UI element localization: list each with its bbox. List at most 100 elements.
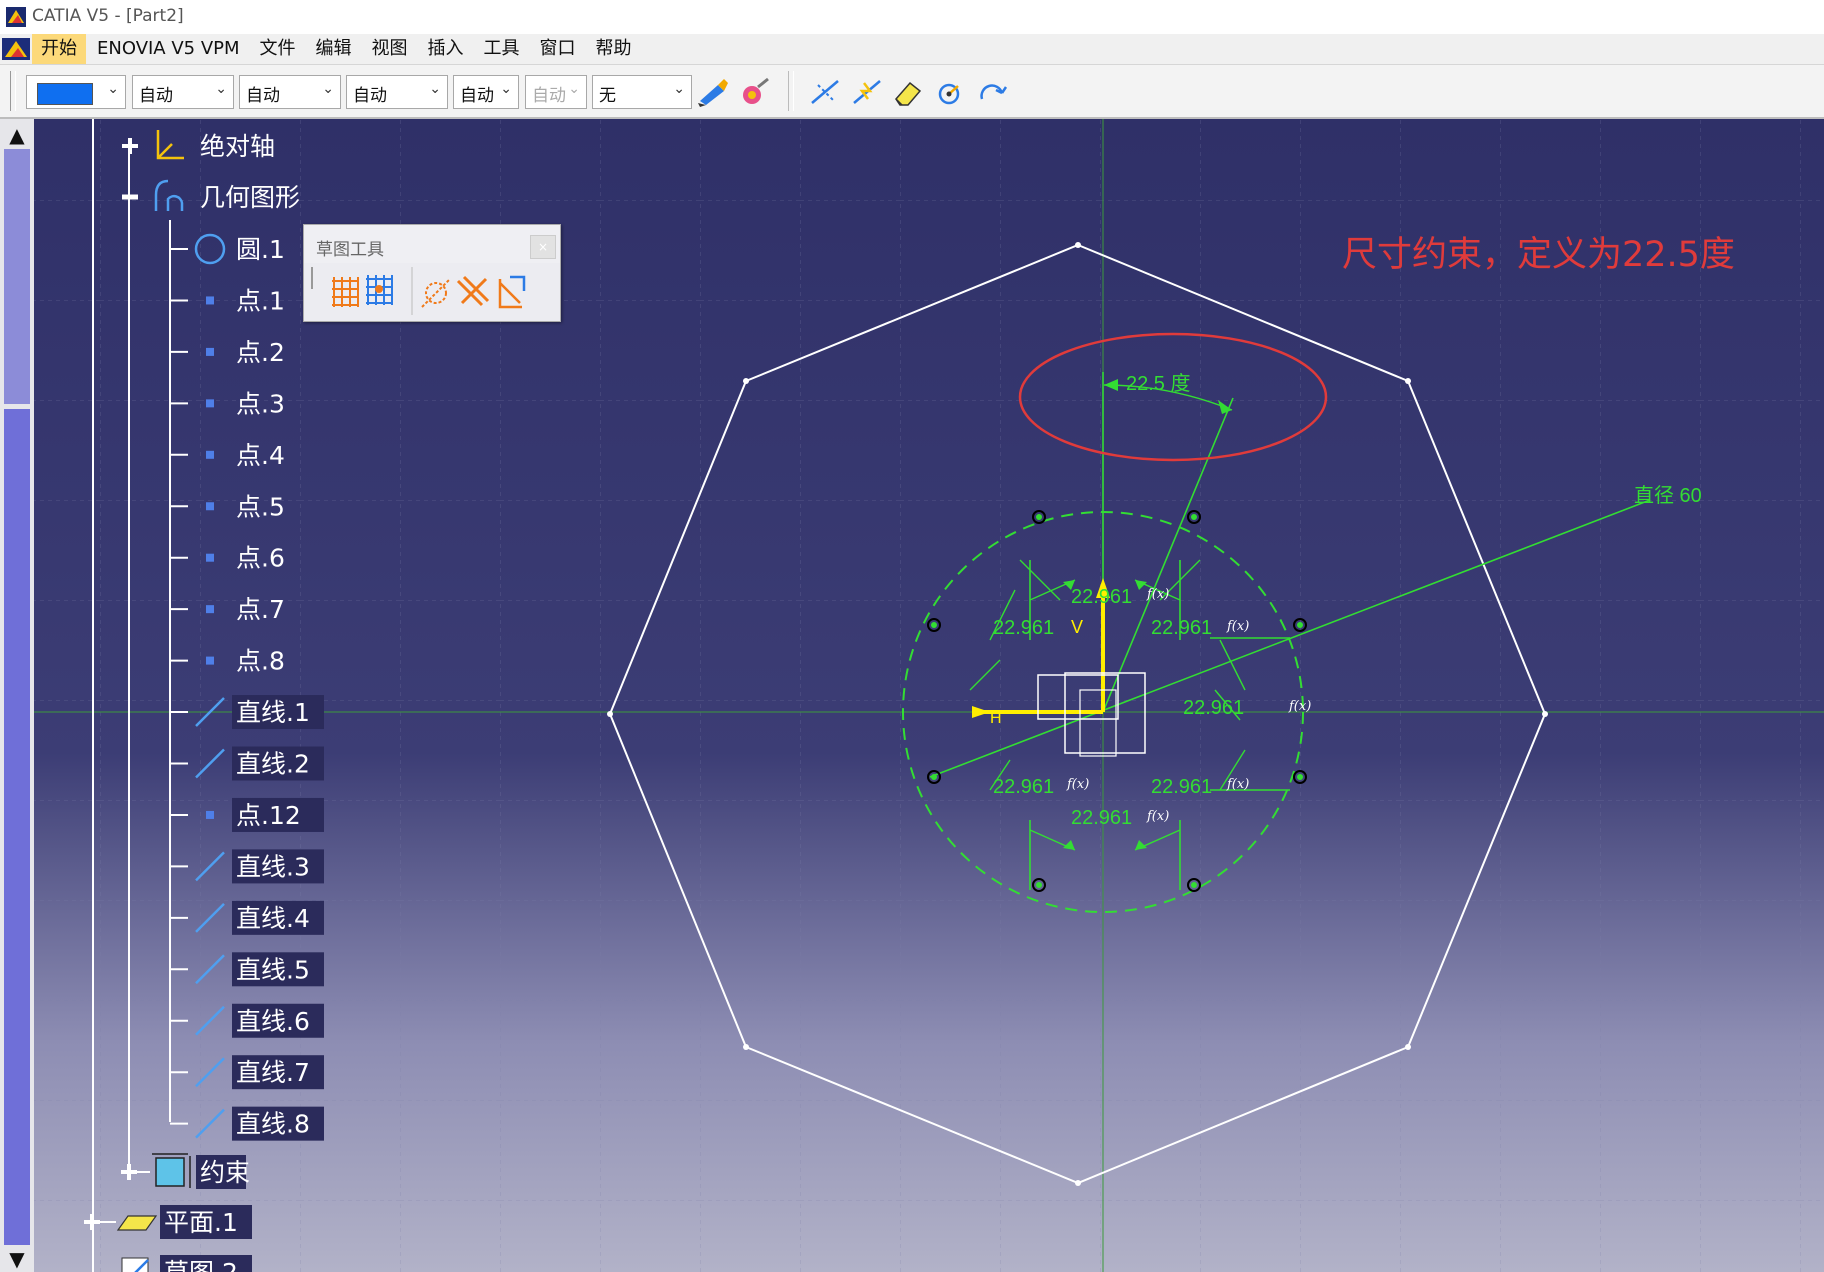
menu-view[interactable]: 视图 [363,34,417,64]
tree-item-label: 直线.3 [236,852,310,881]
tree-item-label: 直线.8 [236,1110,310,1139]
geometric-constraints-icon[interactable] [850,77,884,107]
toolbar-separator [788,71,794,111]
chevron-down-icon: ⌄ [215,81,227,97]
painter-icon[interactable] [696,77,730,107]
chevron-down-icon: ⌄ [673,81,685,97]
menu-window[interactable]: 窗口 [531,34,585,64]
chevron-down-icon: ⌄ [107,81,119,97]
point-icon [206,656,214,665]
menu-insert[interactable]: 插入 [419,34,473,64]
catia-app-icon [6,7,26,27]
tree-item-label: 平面.1 [164,1208,238,1237]
layer-mode-dropdown[interactable]: 自动 ⌄ [525,75,587,109]
sketch-tools-icons [311,267,526,315]
point-icon [206,450,214,459]
animate-constraint-icon[interactable] [976,77,1010,107]
close-icon[interactable]: × [530,235,556,259]
tree-item[interactable]: 草图.2 [121,1255,252,1272]
tree-item-label: 直线.4 [236,904,310,933]
arc-dimension-bottom[interactable]: 22.961 [1071,807,1132,829]
transparency-dropdown[interactable]: 自动 ⌄ [132,75,234,109]
tree-item-label: 几何图形 [200,183,300,212]
h-axis-label: H [990,710,1002,727]
point-type-dropdown[interactable]: 自动 ⌄ [453,75,519,109]
dimensional-constraints-icon[interactable] [498,275,526,309]
tree-item-label: 点.3 [236,389,285,418]
construction-standard-element-icon[interactable] [421,278,451,308]
v-axis-label: V [1071,617,1083,637]
tree-item-label: 点.12 [236,801,301,830]
svg-text:f(x): f(x) [1226,777,1249,792]
tree-item-label: 点.7 [236,595,285,624]
scroll-down-arrow-icon[interactable]: ▼ [5,1247,29,1271]
tree-item-label: 直线.7 [236,1058,310,1087]
tree-item-label: 直线.6 [236,1007,310,1036]
line-width-dropdown[interactable]: 自动 ⌄ [239,75,341,109]
point-icon [206,502,214,511]
auto-constraint-icon[interactable] [934,77,968,107]
line-type-dropdown[interactable]: 自动 ⌄ [346,75,448,109]
tree-item-label: 直线.2 [236,750,310,779]
window-title: CATIA V5 - [Part2] [32,6,184,26]
svg-text:f(x): f(x) [1146,587,1169,602]
scrollbar-thumb[interactable] [4,409,30,1245]
eraser-icon[interactable] [892,77,926,107]
constraints-icon [152,1153,191,1188]
menu-edit[interactable]: 编辑 [307,34,361,64]
grid-icon[interactable] [332,277,359,307]
arc-dimension-top[interactable]: 22.961 [1071,586,1132,608]
tree-scrollbar[interactable]: ▲ ▼ [0,119,34,1272]
tree-item[interactable]: 约束 [152,1153,250,1189]
arc-dimension-upper-left[interactable]: 22.961 [993,617,1054,639]
scrollbar-track[interactable] [4,149,30,404]
toolbar-grip[interactable] [10,71,16,111]
snap-to-point-icon[interactable] [366,275,393,305]
svg-text:f(x): f(x) [1146,809,1169,824]
svg-text:f(x): f(x) [1226,619,1249,634]
annotation-text: 尺寸约束，定义为22.5度 [1342,235,1735,275]
svg-text:f(x): f(x) [1066,777,1089,792]
arc-dimension-lower-right[interactable]: 22.961 [1151,776,1212,798]
point-icon [206,347,214,356]
menu-bar: 开始 ENOVIA V5 VPM 文件 编辑 视图 插入 工具 窗口 帮助 [0,34,1824,65]
tree-item-label: 草图.2 [164,1258,238,1272]
tree-item-label: 点.8 [236,647,285,676]
tree-item-label: 圆.1 [236,235,285,264]
tree-item-label: 直线.1 [236,698,310,727]
toolbar-header[interactable]: 草图工具 × [304,225,560,263]
arc-dimension-right[interactable]: 22.961 [1183,697,1244,719]
catia-logo-icon[interactable] [2,38,30,60]
menu-enovia[interactable]: ENOVIA V5 VPM [88,34,249,64]
toolbar-title: 草图工具 [316,240,384,260]
construction-element-icon[interactable] [808,77,842,107]
tree-item-label: 点.4 [236,441,285,470]
graphic-properties-toolbar: ⌄ 自动 ⌄ 自动 ⌄ 自动 ⌄ 自动 ⌄ 自动 ⌄ 无 ⌄ [0,65,1824,119]
tree-item-label: 点.5 [236,492,285,521]
menu-help[interactable]: 帮助 [587,34,641,64]
point-icon [206,399,214,408]
chevron-down-icon: ⌄ [500,81,512,97]
menu-start[interactable]: 开始 [32,34,86,64]
tree-item-label: 点.6 [236,544,285,573]
point-icon [206,605,214,614]
sketch-tools-toolbar[interactable]: 草图工具 × [303,224,561,322]
point-icon [206,553,214,562]
tree-item-label: 约束 [200,1158,250,1187]
menu-tools[interactable]: 工具 [475,34,529,64]
color-dropdown[interactable]: ⌄ [26,75,126,109]
chevron-down-icon: ⌄ [568,81,580,97]
arc-dimension-lower-left[interactable]: 22.961 [993,776,1054,798]
geometrical-constraints-icon[interactable] [456,275,490,307]
tree-item-label: 点.1 [236,286,285,315]
diameter-dimension[interactable]: 直径 60 [1634,484,1702,507]
arc-dimension-upper-right[interactable]: 22.961 [1151,617,1212,639]
tree-item-label: 直线.5 [236,955,310,984]
menu-file[interactable]: 文件 [251,34,305,64]
properties-icon[interactable] [738,77,772,107]
scroll-up-arrow-icon[interactable]: ▲ [5,123,29,147]
angle-dimension[interactable]: 22.5 度 [1126,372,1190,395]
layer-dropdown[interactable]: 无 ⌄ [592,75,692,109]
tree-item-label: 点.2 [236,338,285,367]
svg-text:f(x): f(x) [1288,699,1311,714]
